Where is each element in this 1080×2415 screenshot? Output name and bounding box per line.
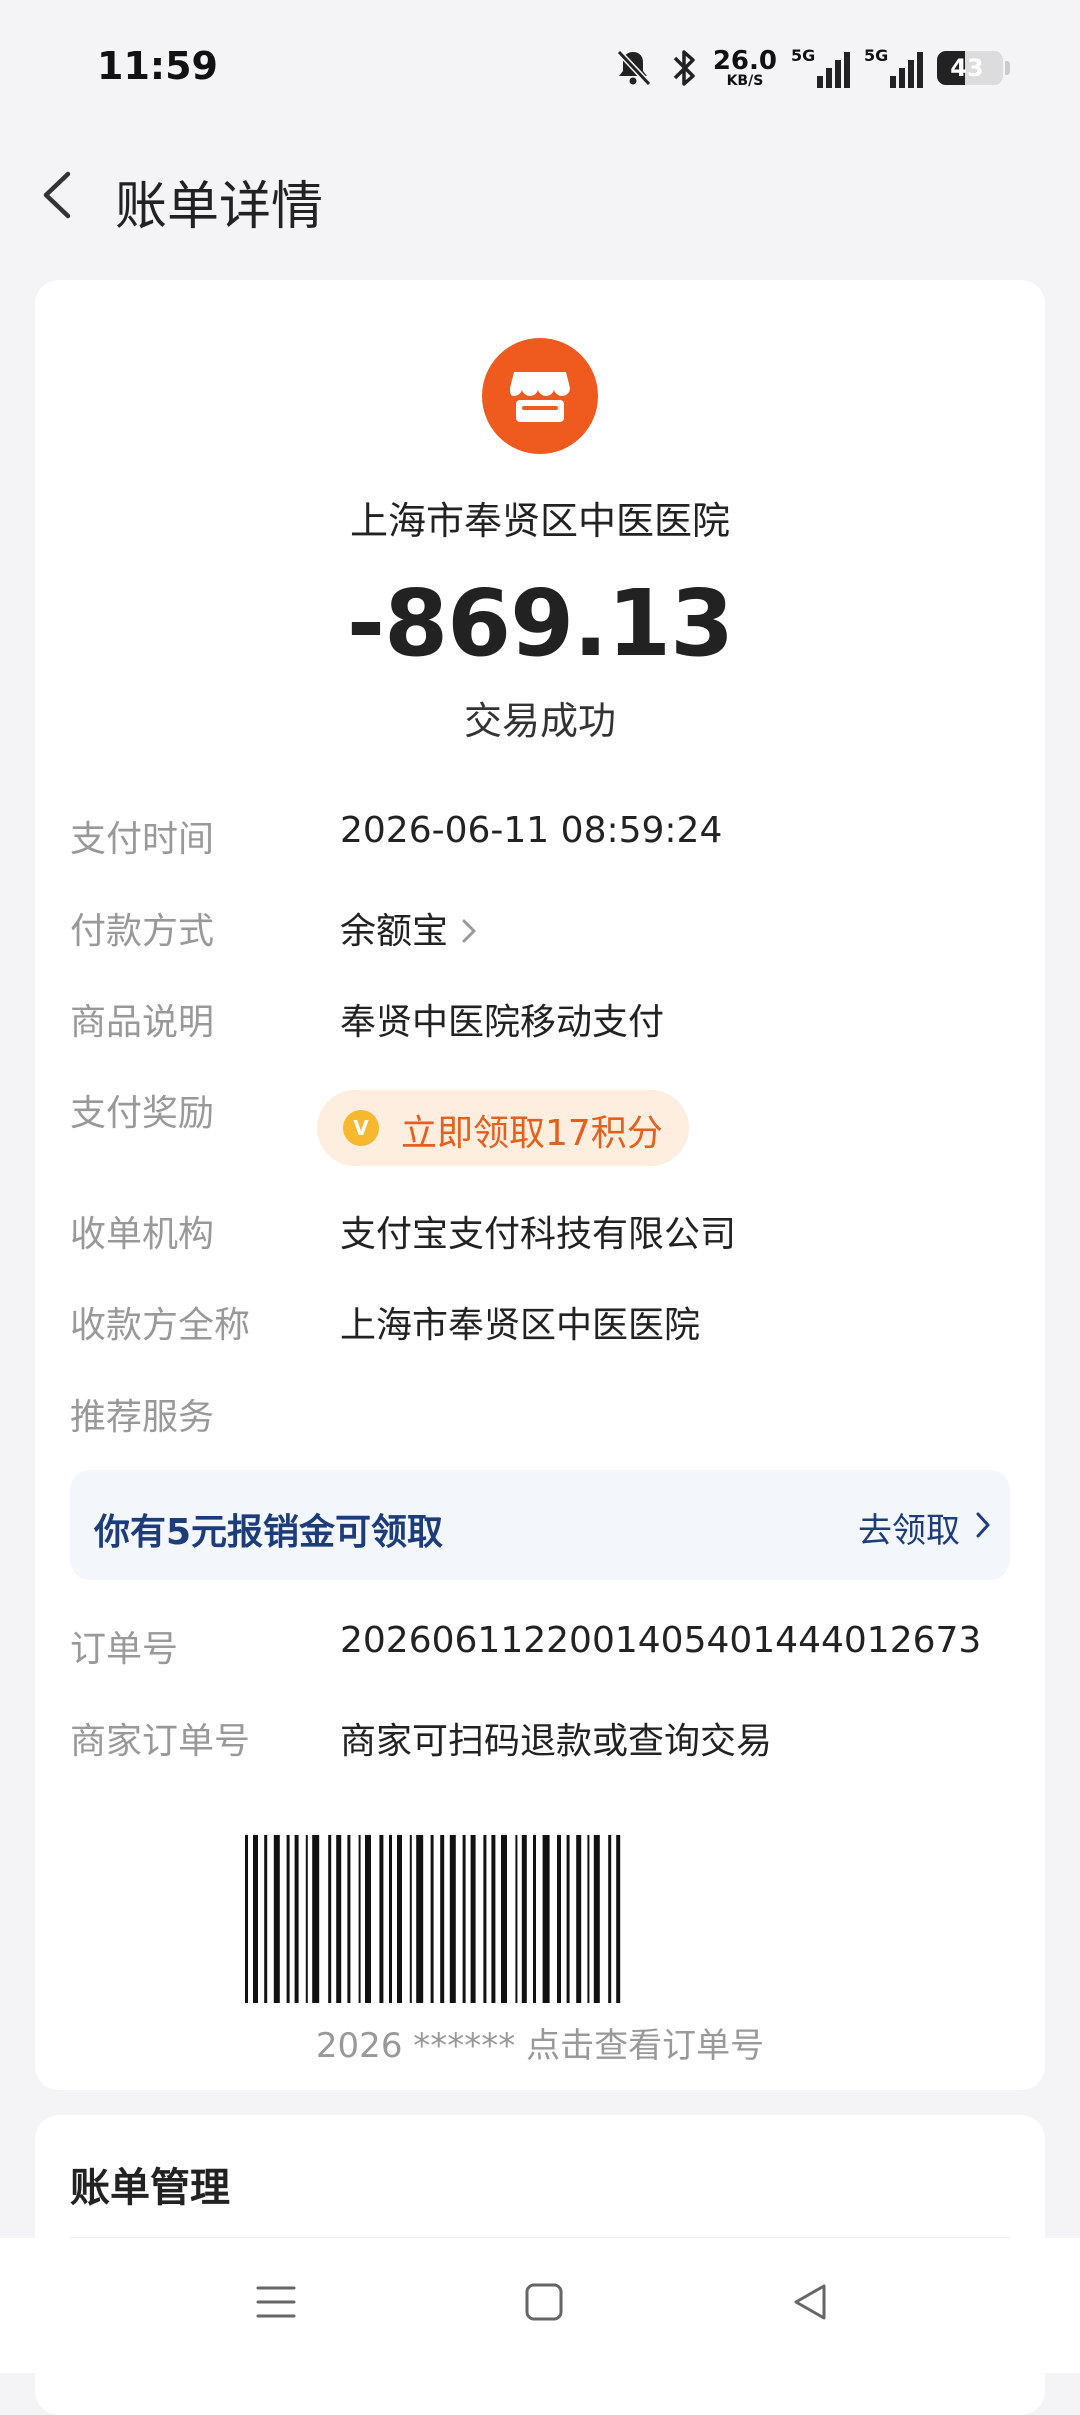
signal-tag-1: 5G xyxy=(791,46,816,65)
row-label-pay-time: 支付时间 xyxy=(70,819,215,860)
page-header: 账单详情 xyxy=(0,140,1080,250)
bell-muted-icon xyxy=(616,49,652,87)
back-arrow-icon[interactable] xyxy=(36,162,80,228)
claim-points-button[interactable]: V 立即领取17积分 xyxy=(317,1090,689,1166)
merchant-name: 上海市奉贤区中医医院 xyxy=(349,499,730,543)
promo-claim-link[interactable]: 去领取 xyxy=(858,1503,960,1552)
network-speed-value: 26.0 xyxy=(712,46,777,76)
status-icons: 26.0 KB/S 5G 5G 43 xyxy=(611,46,1010,90)
row-label-acquirer: 收单机构 xyxy=(70,1214,215,1255)
network-speed: 26.0 KB/S xyxy=(713,48,777,88)
status-time: 11:59 xyxy=(97,44,218,88)
order-barcode[interactable] xyxy=(245,1835,835,2003)
battery-level: 43 xyxy=(950,54,984,82)
barcode-caption[interactable]: 2026 ****** 点击查看订单号 xyxy=(35,2018,1045,2067)
bill-detail-card: 上海市奉贤区中医医院 -869.13 交易成功 支付时间 2026-06-11 … xyxy=(35,280,1045,2090)
system-nav-bar xyxy=(0,2238,1080,2373)
transaction-status: 交易成功 xyxy=(463,699,616,743)
signal-strength-1: 5G xyxy=(791,46,850,88)
row-value-acquirer: 支付宝支付科技有限公司 xyxy=(340,1214,737,1255)
status-bar: 11:59 26.0 KB/S 5G 5G 43 xyxy=(0,0,1080,140)
shop-icon xyxy=(510,372,570,422)
coin-icon: V xyxy=(343,1110,379,1146)
row-label-payee-name: 收款方全称 xyxy=(70,1305,251,1346)
pay-method-text: 余额宝 xyxy=(340,911,449,952)
menu-icon[interactable] xyxy=(256,2282,296,2322)
merchant-avatar xyxy=(482,338,598,454)
home-icon[interactable] xyxy=(524,2282,564,2322)
bill-management-title: 账单管理 xyxy=(70,2165,230,2211)
row-value-goods-desc: 奉贤中医院移动支付 xyxy=(340,1002,665,1043)
row-label-pay-method: 付款方式 xyxy=(70,911,215,952)
chevron-right-icon xyxy=(976,1512,990,1538)
bluetooth-icon xyxy=(673,50,695,86)
back-triangle-icon[interactable] xyxy=(790,2282,830,2322)
row-value-order-no: 2026061122001405401444012673 xyxy=(340,1620,982,1661)
claim-points-label: 立即领取17积分 xyxy=(401,1113,663,1154)
row-label-merchant-order-no: 商家订单号 xyxy=(70,1721,251,1762)
page-title: 账单详情 xyxy=(115,177,324,237)
row-value-pay-method[interactable]: 余额宝 xyxy=(340,902,478,954)
row-label-recommend: 推荐服务 xyxy=(70,1397,215,1438)
row-label-goods-desc: 商品说明 xyxy=(70,1002,215,1043)
row-label-pay-reward: 支付奖励 xyxy=(70,1093,215,1134)
reimbursement-promo-banner[interactable]: 你有5元报销金可领取 去领取 xyxy=(70,1470,1010,1580)
promo-text: 你有5元报销金可领取 xyxy=(94,1512,444,1553)
coin-glyph: V xyxy=(353,1116,369,1140)
row-label-order-no: 订单号 xyxy=(70,1629,179,1670)
signal-tag-2: 5G xyxy=(864,46,889,65)
row-value-pay-time: 2026-06-11 08:59:24 xyxy=(340,810,723,851)
signal-strength-2: 5G xyxy=(864,46,923,88)
battery-icon: 43 xyxy=(937,51,1003,85)
chevron-right-icon xyxy=(462,919,476,943)
network-speed-unit: KB/S xyxy=(726,73,764,89)
row-value-merchant-order-no: 商家可扫码退款或查询交易 xyxy=(340,1721,773,1762)
row-value-payee-name: 上海市奉贤区中医医院 xyxy=(340,1305,701,1346)
transaction-amount: -869.13 xyxy=(346,570,734,677)
